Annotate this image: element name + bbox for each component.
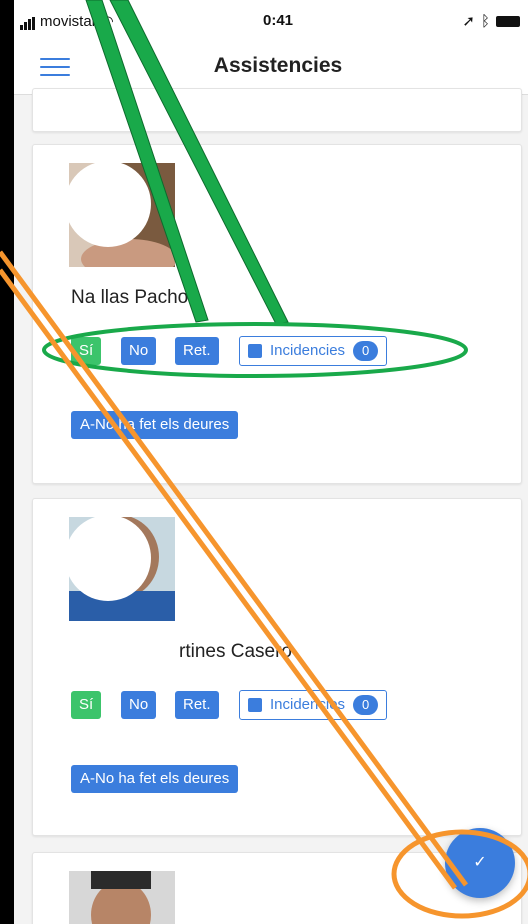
annotation-overlay — [0, 0, 528, 919]
orange-pointer-lower — [0, 268, 458, 890]
orange-pointer-upper — [0, 250, 469, 887]
green-pointer-right — [109, 0, 289, 325]
green-highlight-ellipse — [42, 322, 468, 378]
